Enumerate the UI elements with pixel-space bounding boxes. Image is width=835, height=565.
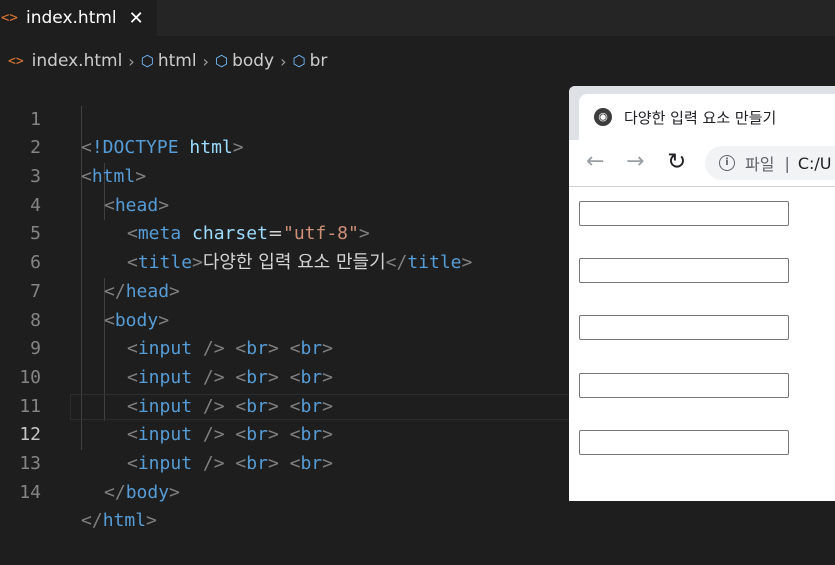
text-input-2[interactable] xyxy=(579,258,789,283)
info-icon[interactable]: i xyxy=(719,155,735,171)
chevron-right-icon: › xyxy=(128,51,135,71)
browser-tab[interactable]: ◉ 다양한 입력 요소 만들기 xyxy=(579,94,835,140)
breadcrumb-item-html[interactable]: html xyxy=(158,51,197,71)
tab-filename: index.html xyxy=(26,8,117,28)
editor-tab-bar: <> index.html ✕ xyxy=(0,0,835,36)
chevron-right-icon: › xyxy=(280,51,287,71)
element-cube-icon: ⬡ xyxy=(292,52,306,70)
back-arrow-icon[interactable]: ← xyxy=(586,151,604,173)
browser-tab-title: 다양한 입력 요소 만들기 xyxy=(624,108,777,127)
text-input-4[interactable] xyxy=(579,373,789,398)
reload-icon[interactable]: ↻ xyxy=(667,151,686,174)
html-file-icon: <> xyxy=(8,53,24,69)
line-number: 14 xyxy=(19,481,41,503)
browser-window: ◉ 다양한 입력 요소 만들기 ← → ↻ i 파일 | C:/U xyxy=(569,86,835,501)
breadcrumb-item-br[interactable]: br xyxy=(310,51,328,71)
text-input-1[interactable] xyxy=(579,201,789,226)
breadcrumb-item-body[interactable]: body xyxy=(232,51,274,71)
element-cube-icon: ⬡ xyxy=(140,52,154,70)
text-input-5[interactable] xyxy=(579,430,789,455)
forward-arrow-icon[interactable]: → xyxy=(626,151,644,173)
address-scheme: 파일 xyxy=(745,155,775,174)
html-file-icon: <> xyxy=(1,10,18,26)
address-path: C:/U xyxy=(797,153,832,173)
globe-icon: ◉ xyxy=(594,108,612,126)
chevron-right-icon: › xyxy=(202,51,209,71)
browser-toolbar: ← → ↻ i 파일 | C:/U xyxy=(569,140,835,187)
address-bar[interactable]: i 파일 | C:/U xyxy=(705,146,835,180)
editor-tab-index-html[interactable]: <> index.html ✕ xyxy=(0,0,157,36)
element-cube-icon: ⬡ xyxy=(214,52,229,70)
breadcrumb: <> index.html › ⬡ html › ⬡ body › ⬡ br xyxy=(0,48,327,74)
text-input-3[interactable] xyxy=(579,315,789,340)
breadcrumb-file[interactable]: index.html xyxy=(32,51,123,71)
address-separator: | xyxy=(784,153,790,173)
close-icon[interactable]: ✕ xyxy=(129,8,144,29)
